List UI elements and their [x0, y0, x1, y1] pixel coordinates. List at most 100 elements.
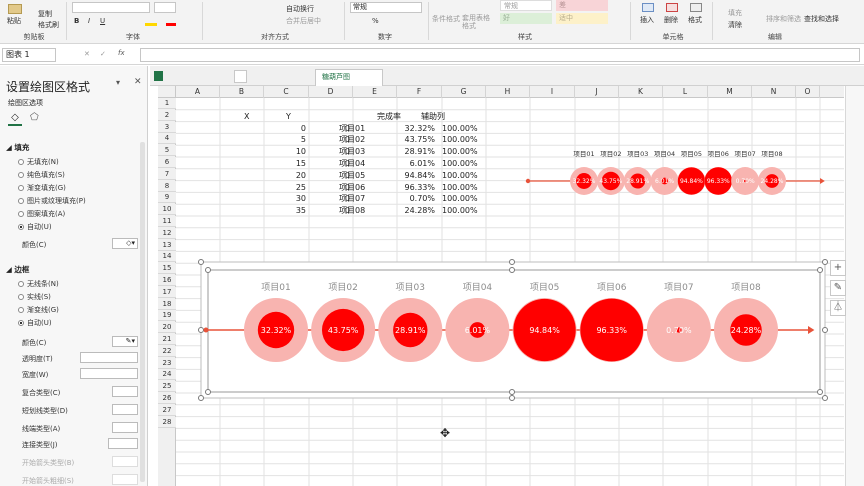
- selection-handle[interactable]: [509, 267, 515, 273]
- row-header-14[interactable]: 14: [158, 251, 176, 263]
- big-lollipop-chart[interactable]: 32.32% 项目01 43.75% 项目02 28.91% 项目03 6.01% 项目04 9…: [176, 254, 844, 414]
- format-painter-button[interactable]: 格式刷: [38, 20, 59, 30]
- column-header-D[interactable]: D: [309, 86, 353, 98]
- cell-aux[interactable]: 100.00%: [442, 134, 478, 145]
- header-x[interactable]: X: [244, 111, 249, 122]
- header-y[interactable]: Y: [286, 111, 291, 122]
- selection-handle[interactable]: [198, 327, 204, 333]
- border-color-picker[interactable]: ✎▾: [112, 336, 138, 347]
- column-header-F[interactable]: F: [397, 86, 442, 98]
- column-header-J[interactable]: J: [575, 86, 619, 98]
- border-option-solid[interactable]: 实线(S): [18, 292, 51, 302]
- cap-type-select[interactable]: [112, 422, 138, 433]
- border-option-auto[interactable]: 自动(U): [18, 318, 52, 328]
- fill-option-gradient[interactable]: 渐变填充(G): [18, 183, 66, 193]
- row-header-9[interactable]: 9: [158, 192, 176, 204]
- transparency-input[interactable]: [80, 352, 138, 363]
- insert-icon[interactable]: [642, 3, 654, 12]
- selection-handle[interactable]: [822, 327, 828, 333]
- begin-arrow-type-select[interactable]: [112, 456, 138, 467]
- cell-name[interactable]: 项目05: [339, 170, 365, 181]
- cell-name[interactable]: 项目07: [339, 193, 365, 204]
- format-button[interactable]: 格式: [688, 15, 702, 25]
- format-icon[interactable]: [690, 3, 702, 12]
- row-header-16[interactable]: 16: [158, 275, 176, 286]
- cell-aux[interactable]: 100.00%: [442, 158, 478, 169]
- chart-styles-button[interactable]: ✎: [830, 280, 846, 296]
- cell-rate[interactable]: 6.01%: [397, 158, 435, 169]
- cancel-icon[interactable]: ✕: [84, 50, 90, 58]
- selection-handle[interactable]: [205, 389, 211, 395]
- conditional-format-button[interactable]: 条件格式: [432, 14, 460, 24]
- cell-aux[interactable]: 100.00%: [442, 146, 478, 157]
- fill-color-icon[interactable]: [145, 16, 157, 26]
- column-header-L[interactable]: L: [663, 86, 708, 98]
- style-neutral[interactable]: 适中: [556, 13, 608, 24]
- row-header-15[interactable]: 15: [158, 263, 176, 275]
- column-header-O[interactable]: O: [796, 86, 820, 98]
- cell-aux[interactable]: 100.00%: [442, 123, 478, 134]
- function-icon[interactable]: fx: [118, 49, 125, 57]
- style-good[interactable]: 好: [500, 13, 552, 24]
- row-header-27[interactable]: 27: [158, 404, 176, 416]
- fill-option-none[interactable]: 无填充(N): [18, 157, 59, 167]
- row-header-26[interactable]: 26: [158, 393, 176, 404]
- chart-filter-button[interactable]: ⏃: [830, 300, 846, 316]
- column-header-C[interactable]: C: [264, 86, 309, 98]
- pane-close-icon[interactable]: ✕: [134, 77, 142, 87]
- row-header-20[interactable]: 20: [158, 322, 176, 334]
- column-header-A[interactable]: A: [176, 86, 220, 98]
- cell-x[interactable]: 30: [264, 193, 306, 204]
- row-header-1[interactable]: 1: [158, 98, 176, 109]
- pane-subtitle[interactable]: 绘图区选项: [8, 98, 43, 108]
- pane-dropdown-icon[interactable]: ▾: [116, 78, 120, 87]
- row-header-18[interactable]: 18: [158, 298, 176, 310]
- header-rate[interactable]: 完成率: [377, 111, 401, 122]
- cell-rate[interactable]: 24.28%: [397, 205, 435, 216]
- cell-rate[interactable]: 94.84%: [397, 170, 435, 181]
- table-format-button[interactable]: 套用表格格式: [462, 14, 494, 30]
- cell-x[interactable]: 15: [264, 158, 306, 169]
- style-normal[interactable]: 常规: [500, 0, 552, 11]
- cell-name[interactable]: 项目01: [339, 123, 365, 134]
- workbook-tab[interactable]: 糖葫芦图表.xlsx✕: [315, 69, 383, 96]
- dash-type-select[interactable]: [112, 404, 138, 415]
- selection-handle[interactable]: [509, 395, 515, 401]
- cell-name[interactable]: 项目03: [339, 146, 365, 157]
- selection-handle[interactable]: [822, 259, 828, 265]
- delete-button[interactable]: 删除: [664, 15, 678, 25]
- clear-button[interactable]: 清除: [728, 20, 742, 30]
- cell-rate[interactable]: 32.32%: [397, 123, 435, 134]
- name-box[interactable]: 图表 1: [2, 48, 56, 62]
- insert-button[interactable]: 插入: [640, 15, 654, 25]
- row-header-23[interactable]: 23: [158, 357, 176, 369]
- row-header-21[interactable]: 21: [158, 334, 176, 345]
- effects-icon[interactable]: ⬠: [30, 112, 39, 123]
- bold-button[interactable]: B: [74, 17, 79, 25]
- begin-arrow-size-select[interactable]: [112, 474, 138, 485]
- border-section-header[interactable]: ◢ 边框: [6, 264, 29, 275]
- fill-option-auto[interactable]: 自动(U): [18, 222, 52, 232]
- fill-section-header[interactable]: ◢ 填充: [6, 142, 29, 153]
- row-header-8[interactable]: 8: [158, 180, 176, 192]
- fill-option-picture[interactable]: 图片或纹理填充(P): [18, 196, 86, 206]
- row-header-28[interactable]: 28: [158, 416, 176, 428]
- select-all-corner[interactable]: [158, 86, 176, 98]
- column-header-E[interactable]: E: [353, 86, 397, 98]
- row-header-19[interactable]: 19: [158, 310, 176, 322]
- chart-elements-button[interactable]: +: [830, 260, 846, 276]
- header-aux[interactable]: 辅助列: [421, 111, 445, 122]
- fill-option-solid[interactable]: 纯色填充(S): [18, 170, 65, 180]
- selection-handle[interactable]: [205, 267, 211, 273]
- cell-x[interactable]: 25: [264, 182, 306, 193]
- sort-filter-button[interactable]: 排序和筛选: [766, 14, 801, 24]
- pane-scrollbar[interactable]: [140, 142, 145, 482]
- row-header-3[interactable]: 3: [158, 121, 176, 133]
- cell-rate[interactable]: 28.91%: [397, 146, 435, 157]
- row-header-24[interactable]: 24: [158, 369, 176, 381]
- selection-handle[interactable]: [198, 395, 204, 401]
- find-select-button[interactable]: 查找和选择: [804, 14, 839, 24]
- cell-name[interactable]: 项目08: [339, 205, 365, 216]
- row-header-12[interactable]: 12: [158, 227, 176, 239]
- column-header-B[interactable]: B: [220, 86, 264, 98]
